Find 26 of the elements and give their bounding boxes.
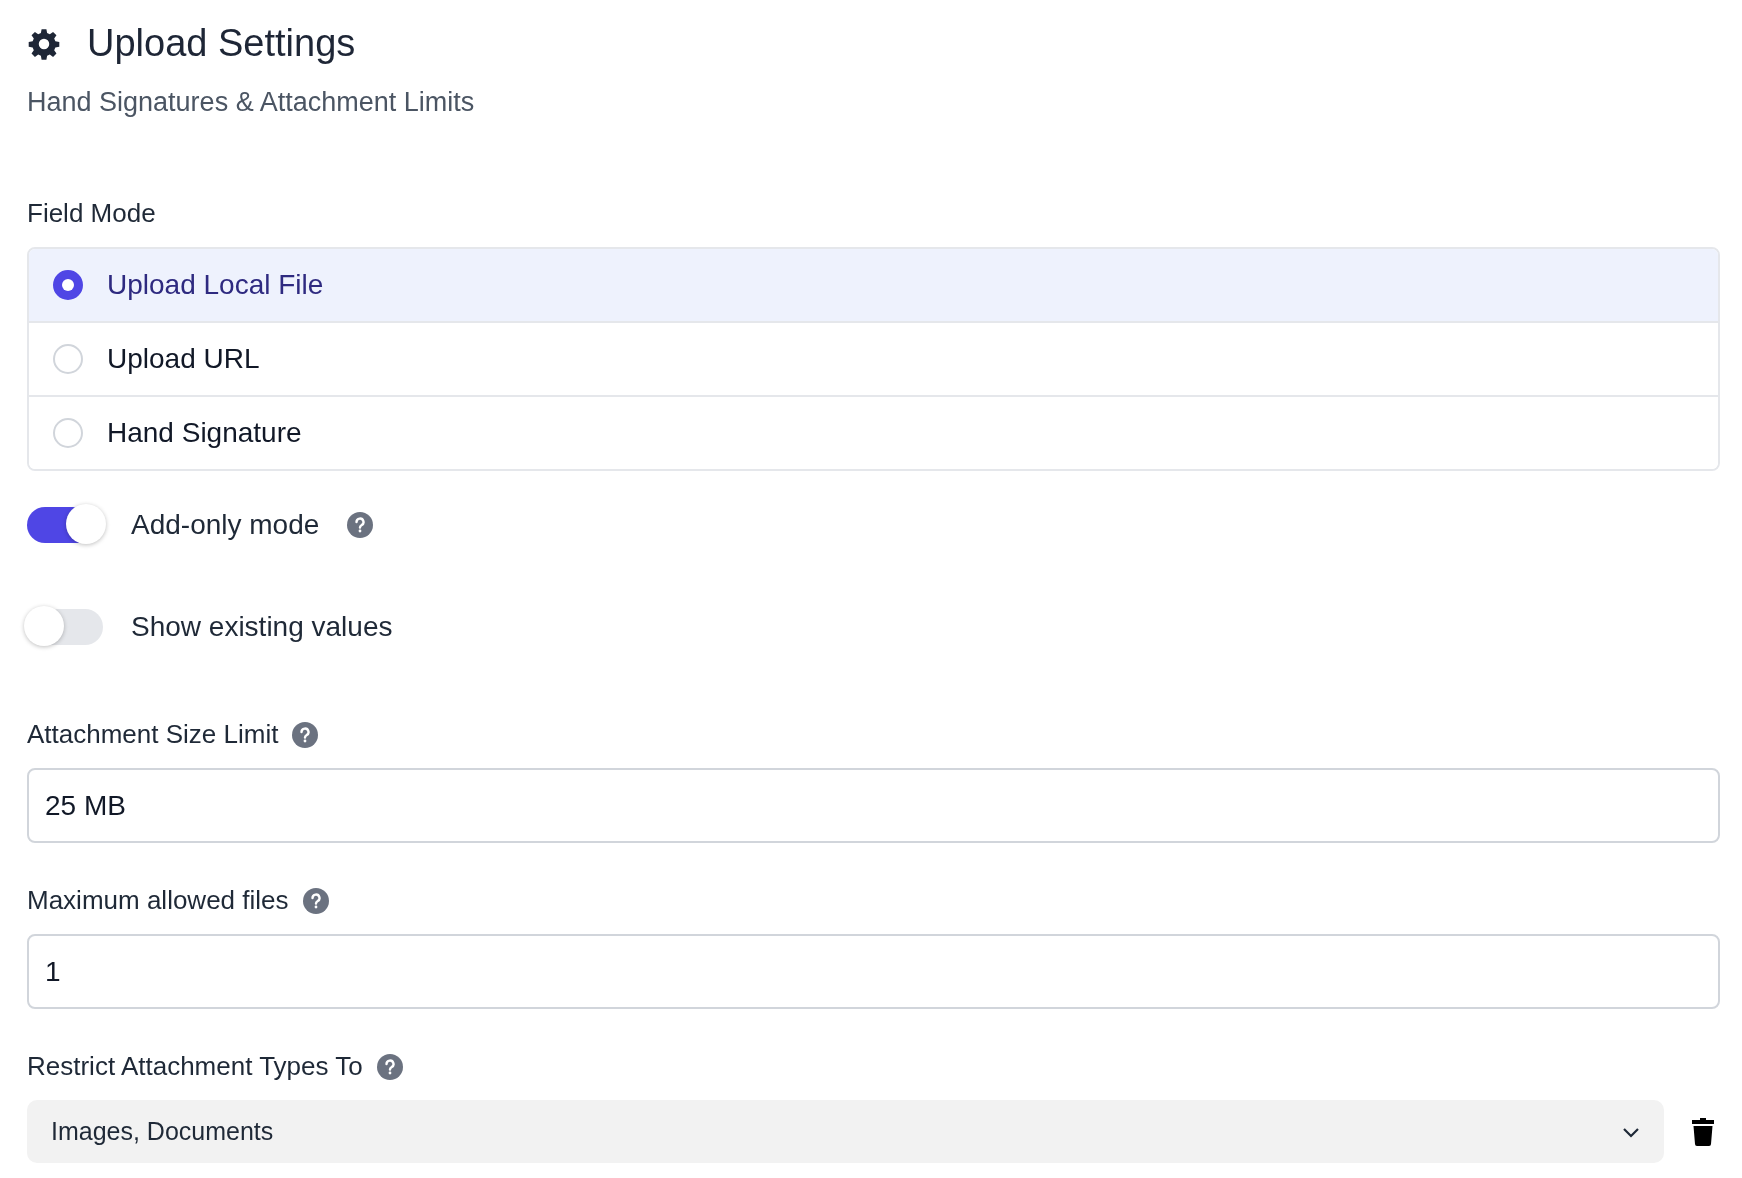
option-label: Hand Signature — [107, 417, 302, 449]
option-label: Upload URL — [107, 343, 260, 375]
toggle-label: Show existing values — [131, 611, 393, 643]
input-field[interactable]: 25 MB — [27, 768, 1720, 843]
section-label: Field Mode — [27, 198, 156, 229]
settings-icon — [27, 26, 61, 61]
help-icon[interactable] — [347, 512, 374, 538]
type-select[interactable]: Images, Documents — [27, 1100, 1664, 1163]
input-field[interactable]: 1 — [27, 934, 1720, 1009]
toggle-switch[interactable] — [27, 609, 103, 645]
radio-option[interactable]: Upload Local File — [29, 249, 1718, 323]
option-label: Upload Local File — [107, 269, 324, 301]
field-label: Attachment Size Limit — [27, 719, 279, 750]
field-label: Maximum allowed files — [27, 885, 289, 916]
toggle-switch[interactable] — [27, 507, 103, 543]
delete-button[interactable] — [1692, 1117, 1714, 1146]
trash-icon — [1692, 1117, 1714, 1146]
chevron-down-icon — [1622, 1125, 1640, 1138]
toggle-label: Add-only mode — [131, 509, 320, 541]
page-subtitle: Hand Signatures & Attachment Limits — [27, 87, 476, 118]
help-icon[interactable] — [376, 1053, 403, 1080]
radio-button[interactable] — [53, 270, 83, 300]
page-title: Upload Settings — [87, 22, 356, 65]
help-icon[interactable] — [302, 887, 329, 914]
help-icon[interactable] — [292, 721, 319, 748]
field-label: Restrict Attachment Types To — [27, 1051, 363, 1082]
